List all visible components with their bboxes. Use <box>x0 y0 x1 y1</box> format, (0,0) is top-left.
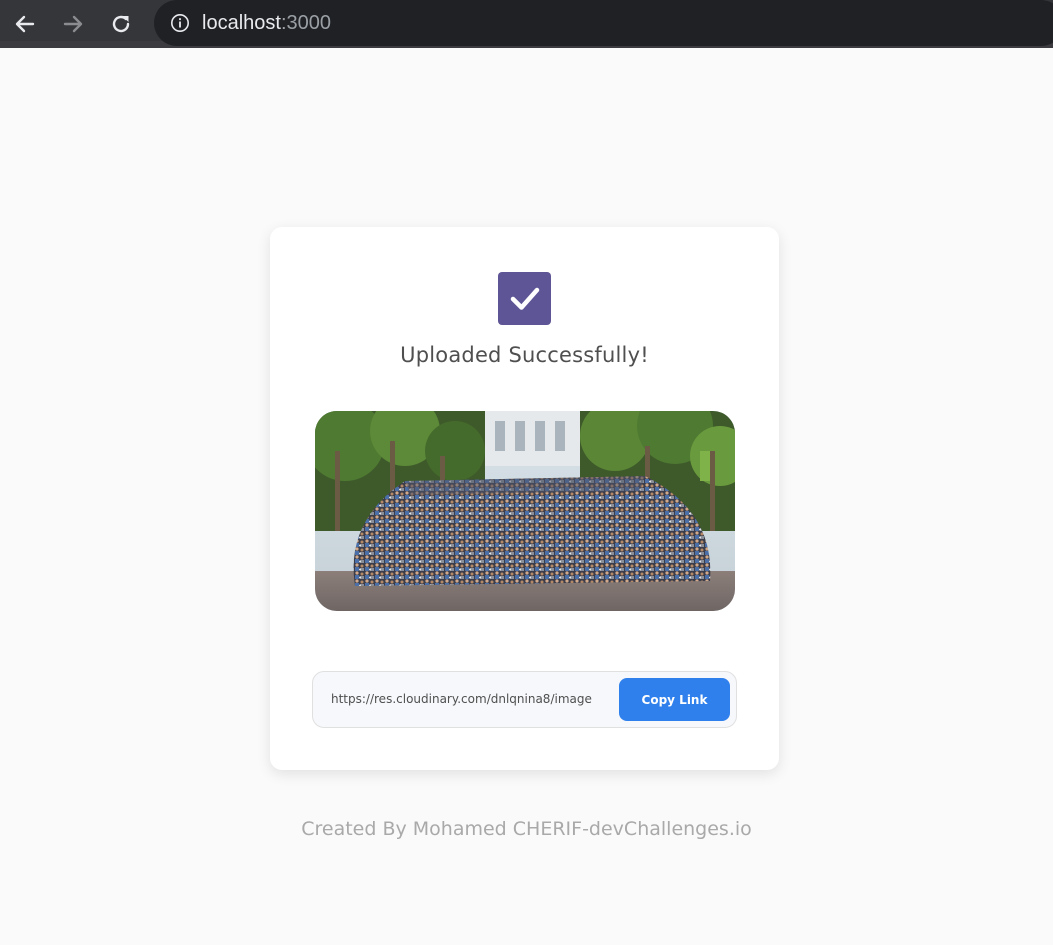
uploaded-photo <box>315 411 735 611</box>
reload-icon <box>110 13 132 35</box>
info-icon[interactable] <box>170 13 190 33</box>
url-text: localhost:3000 <box>202 12 331 35</box>
forward-button[interactable] <box>56 7 90 41</box>
back-button[interactable] <box>8 7 42 41</box>
reload-button[interactable] <box>104 7 138 41</box>
back-arrow-icon <box>14 13 36 35</box>
address-bar[interactable]: localhost:3000 <box>154 0 1053 46</box>
copy-link-button[interactable]: Copy Link <box>619 678 730 721</box>
forward-arrow-icon <box>62 13 84 35</box>
browser-toolbar: localhost:3000 <box>0 0 1053 48</box>
footer-credit: Created By Mohamed CHERIF-devChallenges.… <box>301 818 752 840</box>
image-url-text[interactable]: https://res.cloudinary.com/dnlqnina8/ima… <box>331 672 611 727</box>
upload-success-card: Uploaded Successfully! https://res.cloud… <box>270 227 779 770</box>
url-port: :3000 <box>280 11 331 34</box>
check-icon <box>498 272 551 325</box>
link-field: https://res.cloudinary.com/dnlqnina8/ima… <box>312 671 737 728</box>
url-host: localhost <box>202 11 281 34</box>
page-title: Uploaded Successfully! <box>400 343 649 367</box>
